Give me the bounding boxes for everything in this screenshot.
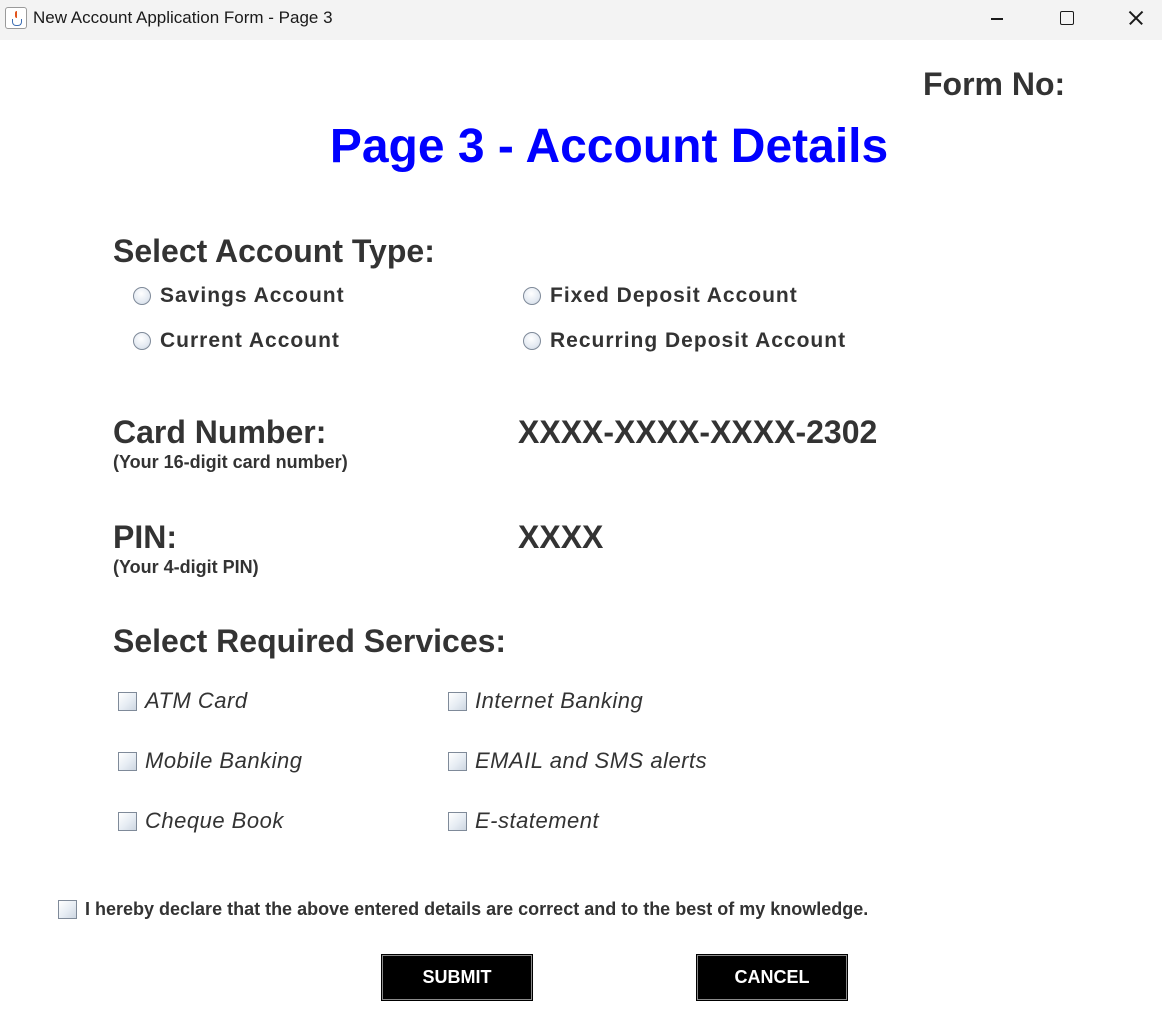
- card-number-label: Card Number:: [113, 414, 327, 450]
- radio-current-account[interactable]: Current Account: [133, 329, 340, 353]
- checkbox[interactable]: [118, 691, 137, 711]
- radio-savings-account[interactable]: Savings Account: [133, 284, 345, 308]
- radio-button[interactable]: [523, 332, 541, 350]
- title-bar: New Account Application Form - Page 3: [0, 0, 1162, 40]
- checkbox-e-statement[interactable]: E-statement: [448, 808, 599, 834]
- pin-value: XXXX: [518, 519, 604, 555]
- checkbox[interactable]: [448, 691, 467, 711]
- card-number-value: XXXX-XXXX-XXXX-2302: [518, 414, 878, 450]
- checkbox[interactable]: [448, 751, 467, 771]
- cancel-button[interactable]: CANCEL: [696, 954, 848, 1001]
- declaration-checkbox[interactable]: [58, 900, 77, 919]
- radio-label: Fixed Deposit Account: [550, 284, 798, 307]
- card-number-hint: (Your 16-digit card number): [113, 452, 348, 472]
- checkbox-label: Internet Banking: [475, 688, 644, 713]
- checkbox-cheque-book[interactable]: Cheque Book: [118, 808, 284, 834]
- checkbox-label: E-statement: [475, 808, 600, 833]
- close-button[interactable]: [1100, 0, 1162, 40]
- radio-recurring-deposit-account[interactable]: Recurring Deposit Account: [523, 329, 846, 353]
- radio-label: Current Account: [160, 329, 340, 352]
- checkbox-label: Mobile Banking: [145, 748, 303, 773]
- minimize-button[interactable]: [962, 0, 1032, 40]
- checkbox-label: Cheque Book: [145, 808, 284, 833]
- minimize-icon: [991, 18, 1003, 20]
- java-app-icon: [5, 7, 27, 29]
- radio-label: Recurring Deposit Account: [550, 329, 847, 352]
- checkbox[interactable]: [118, 751, 137, 771]
- checkbox-email-sms-alerts[interactable]: EMAIL and SMS alerts: [448, 748, 707, 774]
- checkbox-label: ATM Card: [145, 688, 248, 713]
- pin-hint: (Your 4-digit PIN): [113, 557, 259, 577]
- radio-label: Savings Account: [160, 284, 345, 307]
- checkbox-label: EMAIL and SMS alerts: [475, 748, 708, 773]
- radio-fixed-deposit-account[interactable]: Fixed Deposit Account: [523, 284, 798, 308]
- form-number-label: Form No:: [923, 66, 1066, 102]
- maximize-icon: [1060, 11, 1074, 25]
- window-title: New Account Application Form - Page 3: [33, 8, 333, 27]
- checkbox-atm-card[interactable]: ATM Card: [118, 688, 248, 714]
- declaration-label: I hereby declare that the above entered …: [85, 899, 869, 919]
- declaration-checkbox-row[interactable]: I hereby declare that the above entered …: [58, 899, 868, 920]
- checkbox-internet-banking[interactable]: Internet Banking: [448, 688, 643, 714]
- radio-button[interactable]: [523, 287, 541, 305]
- checkbox[interactable]: [448, 811, 467, 831]
- checkbox-mobile-banking[interactable]: Mobile Banking: [118, 748, 302, 774]
- radio-button[interactable]: [133, 287, 151, 305]
- services-heading: Select Required Services:: [113, 623, 507, 659]
- submit-button[interactable]: SUBMIT: [381, 954, 533, 1001]
- checkbox[interactable]: [118, 811, 137, 831]
- radio-button[interactable]: [133, 332, 151, 350]
- pin-label: PIN:: [113, 519, 177, 555]
- account-type-heading: Select Account Type:: [113, 233, 435, 269]
- maximize-button[interactable]: [1031, 0, 1101, 40]
- page-title: Page 3 - Account Details: [329, 120, 889, 173]
